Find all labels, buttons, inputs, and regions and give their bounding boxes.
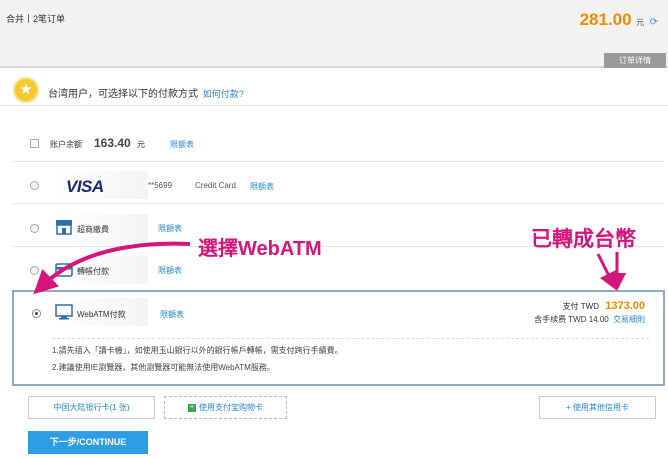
notice-text: 台湾用户，可选择以下的付款方式 (48, 89, 198, 100)
balance-checkbox[interactable] (30, 139, 39, 148)
webatm-logo: WebATM付款 (52, 298, 148, 326)
payment-notice: ★ 台湾用户，可选择以下的付款方式 如何付款? (0, 74, 668, 106)
transfer-radio[interactable] (30, 266, 39, 275)
monitor-icon (55, 304, 73, 320)
alipay-card-button[interactable]: + 使用支付宝购物卡 (164, 396, 287, 419)
how-to-pay-link[interactable]: 如何付款? (203, 89, 244, 99)
order-summary-bar: 合并丨2笔订单 281.00 元 ⟳ 订单详情 (0, 0, 668, 68)
webatm-note-2: 2.建議使用IE瀏覽器，其他瀏覽器可能無法使用WebATM服務。 (52, 363, 275, 372)
pay-amount: 1373.00 (605, 300, 645, 312)
webatm-limit-link[interactable]: 限額表 (160, 309, 184, 320)
pay-label: 支付 TWD (562, 302, 599, 311)
divider (52, 338, 649, 339)
balance-amount: 163.40 (94, 136, 131, 150)
star-icon: ★ (13, 77, 39, 103)
transfer-logo: 轉帳付款 (52, 256, 148, 284)
order-title: 合并丨2笔订单 (6, 14, 66, 24)
pay-twd: 支付 TWD 1373.00 (563, 300, 645, 312)
payment-option-webatm[interactable]: WebATM付款 限額表 支付 TWD 1373.00 含手续费 TWD 14.… (12, 290, 665, 386)
card-mask: **5699 (148, 181, 173, 190)
continue-button[interactable]: 下一步/CONTINUE (28, 431, 148, 454)
balance-label: 账户余额 (50, 140, 82, 149)
card-type: Credit Card (195, 181, 236, 190)
balance-limit-link[interactable]: 限额表 (170, 139, 194, 150)
annotation-converted: 已轉成台幣 (531, 228, 636, 251)
total-unit: 元 (636, 18, 645, 27)
card-icon (55, 263, 73, 277)
visa-brand: VISA (66, 177, 104, 196)
annotation-select-webatm: 選擇WebATM (198, 238, 322, 260)
plus-icon: + (188, 403, 196, 412)
balance-unit: 元 (137, 140, 145, 149)
payment-option-balance[interactable]: 账户余额 163.40 元 限额表 (12, 126, 664, 162)
payment-option-visa[interactable]: VISA **5699 Credit Card 限额表 (12, 166, 664, 204)
store-logo: 超商繳費 (52, 214, 148, 242)
visa-logo: VISA (52, 171, 148, 199)
total-amount: 281.00 (579, 10, 632, 29)
visa-radio[interactable] (30, 181, 39, 190)
webatm-label: WebATM付款 (77, 310, 126, 319)
transaction-terms-link[interactable]: 交易細則 (613, 315, 645, 324)
order-total: 281.00 元 ⟳ (580, 10, 658, 30)
alipay-card-label: 使用支付宝购物卡 (199, 403, 263, 412)
transfer-limit-link[interactable]: 限額表 (158, 265, 182, 276)
payment-option-transfer[interactable]: 轉帳付款 限額表 (12, 252, 664, 288)
store-radio[interactable] (30, 224, 39, 233)
webatm-note-1: 1.請先插入「讀卡機」，如使用玉山銀行以外的銀行帳戶轉帳，需支付跨行手續費。 (52, 346, 343, 355)
fee-label: 含手续费 TWD 14.00 (534, 315, 609, 324)
refresh-icon[interactable]: ⟳ (650, 17, 658, 28)
order-detail-tab[interactable]: 订单详情 (604, 53, 666, 68)
transfer-label: 轉帳付款 (77, 267, 109, 276)
store-label: 超商繳費 (77, 225, 109, 234)
visa-limit-link[interactable]: 限额表 (250, 181, 274, 192)
china-bank-card-button[interactable]: 中国大陆银行卡(1 张) (28, 396, 155, 419)
webatm-radio[interactable] (32, 309, 41, 318)
store-icon (56, 220, 72, 235)
fee-line: 含手续费 TWD 14.00 交易細則 (534, 314, 645, 325)
other-credit-card-button[interactable]: + 使用其他信用卡 (539, 396, 656, 419)
store-limit-link[interactable]: 限額表 (158, 223, 182, 234)
